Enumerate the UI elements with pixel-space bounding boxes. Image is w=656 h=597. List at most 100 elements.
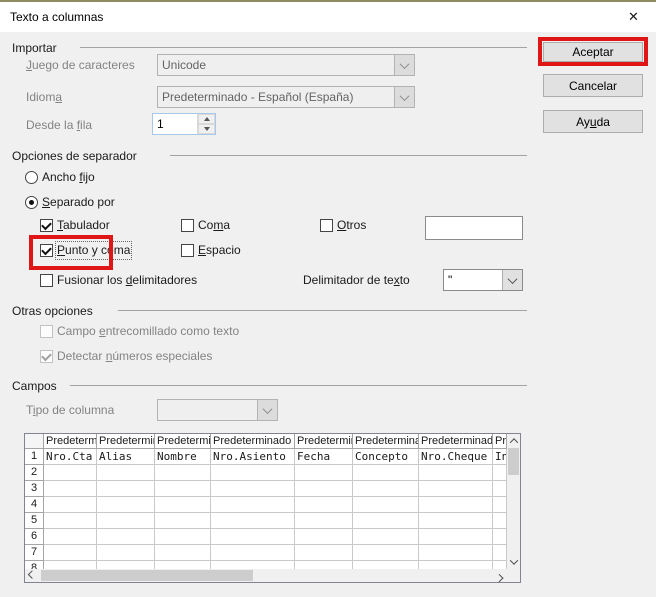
row-number: 2: [25, 465, 44, 481]
separated-by-radio[interactable]: [25, 196, 38, 209]
table-cell: [353, 513, 419, 529]
table-cell: [155, 529, 211, 545]
table-cell: [493, 545, 507, 561]
table-cell: [493, 465, 507, 481]
table-cell: [44, 497, 97, 513]
table-cell: [97, 545, 155, 561]
scroll-up-icon[interactable]: [507, 434, 520, 448]
semicolon-label[interactable]: Punto y coma: [57, 243, 130, 258]
table-cell: Nro.Cta: [44, 449, 97, 465]
column-header[interactable]: Predeterminado: [44, 434, 97, 449]
table-cell: [211, 513, 295, 529]
table-row: 4: [25, 497, 507, 513]
table-cell: Fecha: [295, 449, 353, 465]
text-delimiter-select[interactable]: ": [443, 269, 523, 291]
semicolon-checkbox[interactable]: [40, 244, 53, 257]
text-delimiter-label: Delimitador de texto: [303, 273, 410, 288]
spin-down-icon[interactable]: [198, 124, 215, 134]
table-row: 2: [25, 465, 507, 481]
charset-value: Unicode: [158, 55, 394, 75]
tab-label[interactable]: Tabulador: [57, 218, 110, 233]
space-label[interactable]: Espacio: [198, 243, 241, 258]
fixed-width-label[interactable]: Ancho fijo: [42, 170, 95, 185]
chevron-down-icon: [257, 400, 277, 420]
table-cell: [155, 481, 211, 497]
table-cell: [211, 529, 295, 545]
text-to-columns-dialog: Texto a columnas ✕ Importar Juego de car…: [0, 0, 656, 597]
scroll-down-icon[interactable]: [507, 555, 520, 569]
merge-delimiters-checkbox[interactable]: [40, 274, 53, 287]
preview-table[interactable]: PredeterminadoPredeterminadoPredetermina…: [24, 433, 521, 583]
charset-select: Unicode: [157, 54, 415, 76]
scroll-right-icon[interactable]: [493, 569, 507, 582]
comma-checkbox[interactable]: [181, 219, 194, 232]
fixed-width-radio[interactable]: [25, 171, 38, 184]
text-delimiter-value[interactable]: ": [444, 270, 502, 290]
table-cell: Concepto: [353, 449, 419, 465]
column-header[interactable]: Pr: [493, 434, 507, 449]
column-type-value: [158, 400, 257, 420]
accept-button[interactable]: Aceptar: [543, 42, 643, 62]
table-cell: [493, 481, 507, 497]
spin-up-icon[interactable]: [198, 114, 215, 124]
vertical-scroll-thumb[interactable]: [508, 448, 519, 475]
divider: [170, 155, 527, 156]
table-cell: [155, 465, 211, 481]
table-cell: [97, 497, 155, 513]
from-row-stepper[interactable]: 1: [152, 113, 216, 135]
column-header[interactable]: Predeterminado: [353, 434, 419, 449]
column-header[interactable]: Predeterminado: [211, 434, 295, 449]
table-cell: Nro.Cheque: [419, 449, 493, 465]
tab-checkbox[interactable]: [40, 219, 53, 232]
language-label: Idioma: [26, 90, 62, 104]
column-header[interactable]: Predeterminado: [419, 434, 493, 449]
other-label[interactable]: Otros: [337, 218, 366, 233]
table-cell: [44, 481, 97, 497]
table-cell: [419, 465, 493, 481]
separated-by-label[interactable]: Separado por: [42, 195, 115, 210]
other-checkbox[interactable]: [320, 219, 333, 232]
table-row: 6: [25, 529, 507, 545]
from-row-value[interactable]: 1: [153, 114, 197, 134]
horizontal-scroll-thumb[interactable]: [41, 570, 253, 581]
merge-delimiters-label[interactable]: Fusionar los delimitadores: [57, 273, 197, 288]
table-cell: [155, 561, 211, 569]
table-row: 5: [25, 513, 507, 529]
table-cell: [353, 529, 419, 545]
table-cell: [97, 481, 155, 497]
table-cell: [295, 545, 353, 561]
row-number: 5: [25, 513, 44, 529]
table-corner-cell: [25, 434, 44, 449]
column-header[interactable]: Predeterminado: [97, 434, 155, 449]
preview-table-grid[interactable]: PredeterminadoPredeterminadoPredetermina…: [25, 434, 507, 569]
horizontal-scrollbar[interactable]: [25, 569, 507, 582]
cancel-button[interactable]: Cancelar: [543, 74, 643, 97]
table-cell: [353, 465, 419, 481]
chevron-down-icon: [394, 87, 414, 107]
row-number: 7: [25, 545, 44, 561]
chevron-down-icon[interactable]: [502, 270, 522, 290]
table-cell: [295, 513, 353, 529]
table-cell: Nombre: [155, 449, 211, 465]
column-header[interactable]: Predeterminado: [155, 434, 211, 449]
table-cell: [97, 529, 155, 545]
other-separator-input[interactable]: [425, 216, 523, 240]
table-cell: [295, 529, 353, 545]
from-row-label: Desde la fila: [26, 118, 92, 132]
table-cell: [211, 545, 295, 561]
space-checkbox[interactable]: [181, 244, 194, 257]
comma-label[interactable]: Coma: [198, 218, 230, 233]
table-cell: [44, 465, 97, 481]
divider: [70, 385, 527, 386]
title-bar: Texto a columnas ✕: [0, 2, 656, 32]
divider: [118, 310, 527, 311]
help-button[interactable]: Ayuda: [543, 110, 643, 133]
table-cell: [155, 513, 211, 529]
vertical-scrollbar[interactable]: [507, 434, 520, 569]
close-icon[interactable]: ✕: [611, 2, 656, 32]
row-number: 8: [25, 561, 44, 569]
table-cell: In: [493, 449, 507, 465]
scroll-left-icon[interactable]: [25, 569, 39, 582]
row-number: 4: [25, 497, 44, 513]
column-header[interactable]: Predeterminado: [295, 434, 353, 449]
